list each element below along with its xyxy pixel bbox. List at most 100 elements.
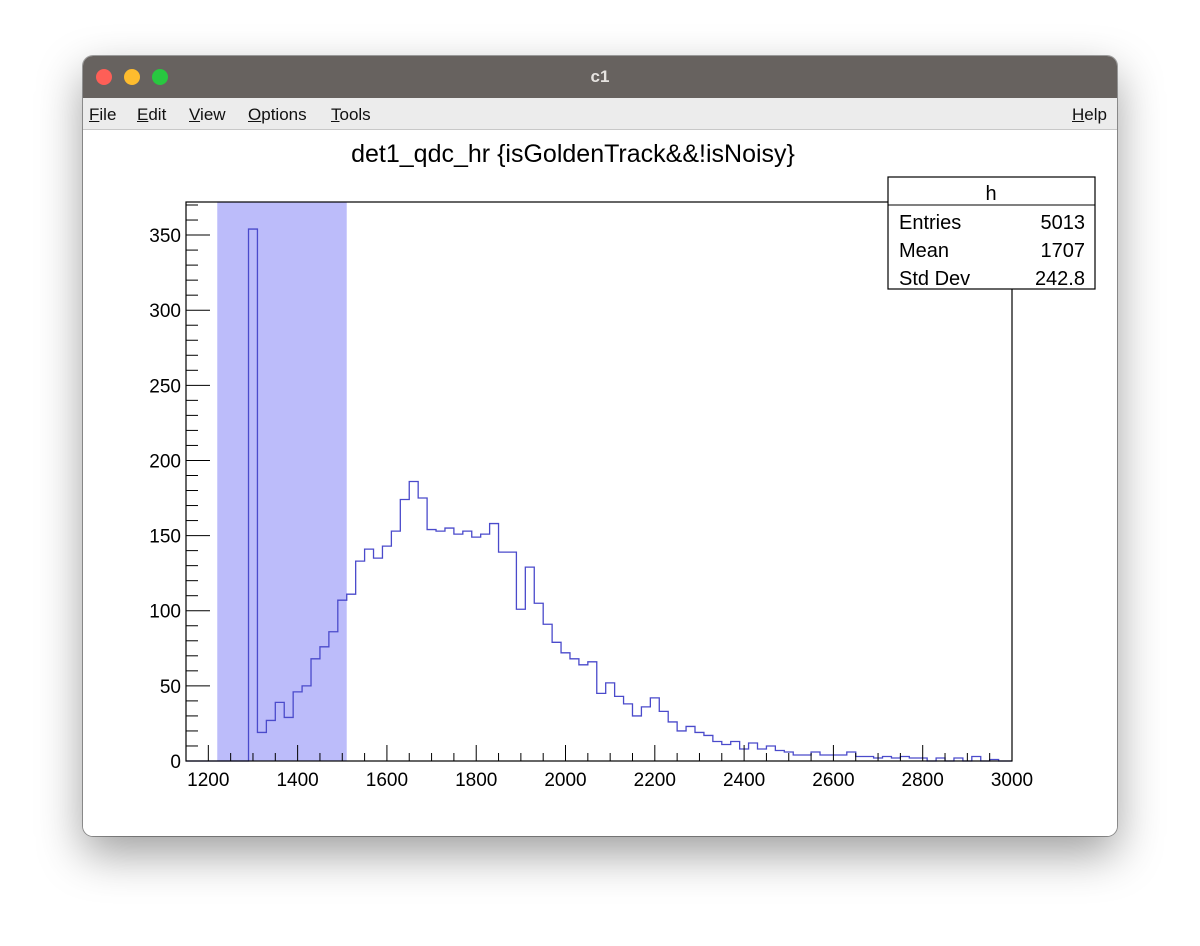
histogram-bin[interactable] — [659, 711, 668, 761]
x-tick-label: 1400 — [276, 770, 318, 791]
histogram-bin[interactable] — [445, 528, 454, 761]
histogram-bin[interactable] — [302, 686, 311, 761]
histogram-bin[interactable] — [606, 683, 615, 761]
y-tick-label: 200 — [149, 451, 181, 472]
histogram-bin[interactable] — [266, 720, 275, 761]
stats-value-std-dev: 242.8 — [1035, 268, 1085, 290]
histogram-bin[interactable] — [731, 741, 740, 761]
histogram-bin[interactable] — [704, 735, 713, 761]
histogram-bin[interactable] — [883, 756, 892, 761]
menu-help[interactable]: Help — [1072, 105, 1107, 125]
histogram-bin[interactable] — [722, 744, 731, 761]
histogram-bin[interactable] — [499, 552, 508, 761]
histogram-bin[interactable] — [766, 746, 775, 761]
histogram-bin[interactable] — [775, 750, 784, 761]
histogram-bin[interactable] — [365, 549, 374, 761]
stats-value-entries: 5013 — [1041, 212, 1086, 234]
x-tick-label: 2400 — [723, 770, 765, 791]
histogram-bin[interactable] — [677, 731, 686, 761]
x-tick-label: 1800 — [455, 770, 497, 791]
histogram-bin[interactable] — [275, 702, 284, 761]
histogram-bin[interactable] — [758, 749, 767, 761]
histogram-bin[interactable] — [284, 717, 293, 761]
x-tick-label: 1200 — [187, 770, 229, 791]
menu-view[interactable]: View — [189, 105, 226, 125]
histogram-bin[interactable] — [320, 647, 329, 761]
x-tick-label: 2600 — [812, 770, 854, 791]
histogram-bin[interactable] — [552, 642, 561, 761]
histogram-bin[interactable] — [356, 561, 365, 761]
menu-file[interactable]: File — [89, 105, 116, 125]
histogram-bin[interactable] — [507, 552, 516, 761]
histogram-bin[interactable] — [668, 722, 677, 761]
histogram-bin[interactable] — [481, 534, 490, 761]
histogram-bin[interactable] — [972, 756, 981, 761]
stats-label-std-dev: Std Dev — [899, 268, 970, 290]
menu-tools[interactable]: Tools — [331, 105, 371, 125]
app-window: c1 File Edit View Options Tools Help det… — [83, 56, 1117, 836]
stats-value-mean: 1707 — [1041, 240, 1086, 262]
histogram-bin[interactable] — [249, 229, 258, 761]
title-bar[interactable]: c1 — [83, 56, 1117, 98]
histogram-bin[interactable] — [561, 653, 570, 761]
histogram-bin[interactable] — [641, 707, 650, 761]
histogram-bin[interactable] — [463, 531, 472, 761]
histogram-bin[interactable] — [257, 732, 266, 761]
histogram-bin[interactable] — [454, 534, 463, 761]
stats-label-entries: Entries — [899, 212, 961, 234]
histogram-bin[interactable] — [865, 756, 874, 761]
stats-box[interactable]: h Entries 5013 Mean 1707 Std Dev 242.8 — [887, 176, 1096, 290]
menu-edit[interactable]: Edit — [137, 105, 166, 125]
histogram-bin[interactable] — [543, 624, 552, 761]
histogram-bin[interactable] — [686, 726, 695, 761]
histogram-bin[interactable] — [311, 659, 320, 761]
menu-bar: File Edit View Options Tools Help — [83, 98, 1117, 130]
histogram-bin[interactable] — [400, 500, 409, 761]
histogram-bin[interactable] — [802, 755, 811, 761]
histogram-bin[interactable] — [391, 531, 400, 761]
plot-canvas[interactable]: det1_qdc_hr {isGoldenTrack&&!isNoisy} 12… — [83, 130, 1117, 836]
histogram-bin[interactable] — [615, 696, 624, 761]
stats-box-title: h — [985, 183, 996, 205]
x-tick-label: 2800 — [902, 770, 944, 791]
histogram-bin[interactable] — [525, 567, 534, 761]
histogram-bin[interactable] — [749, 743, 758, 761]
histogram-bin[interactable] — [820, 755, 829, 761]
x-tick-label: 3000 — [991, 770, 1033, 791]
y-tick-label: 300 — [149, 301, 181, 322]
histogram-bin[interactable] — [516, 609, 525, 761]
histogram-bin[interactable] — [713, 741, 722, 761]
window-title: c1 — [590, 67, 610, 86]
histogram-bin[interactable] — [409, 482, 418, 762]
histogram-bin[interactable] — [597, 693, 606, 761]
x-tick-label: 2200 — [634, 770, 676, 791]
histogram-bin[interactable] — [427, 530, 436, 761]
histogram-bin[interactable] — [472, 537, 481, 761]
x-tick-label: 2000 — [544, 770, 586, 791]
histogram-bin[interactable] — [436, 531, 445, 761]
histogram-bin[interactable] — [856, 756, 865, 761]
histogram-bin[interactable] — [793, 755, 802, 761]
chart-title: det1_qdc_hr {isGoldenTrack&&!isNoisy} — [351, 140, 795, 168]
histogram-bin[interactable] — [382, 546, 391, 761]
histogram-bin[interactable] — [579, 665, 588, 761]
histogram-bin[interactable] — [838, 755, 847, 761]
histogram-bin[interactable] — [490, 524, 499, 761]
histogram-bin[interactable] — [900, 756, 909, 761]
histogram-bin[interactable] — [624, 704, 633, 761]
y-tick-label: 50 — [160, 677, 181, 698]
histogram-bin[interactable] — [418, 498, 427, 761]
histogram-bin[interactable] — [534, 603, 543, 761]
histogram-bin[interactable] — [570, 659, 579, 761]
stats-label-mean: Mean — [899, 240, 949, 262]
histogram-bin[interactable] — [347, 594, 356, 761]
histogram-bin[interactable] — [632, 716, 641, 761]
histogram-bin[interactable] — [374, 558, 383, 761]
histogram-bin[interactable] — [338, 600, 347, 761]
histogram-bin[interactable] — [588, 662, 597, 761]
menu-options[interactable]: Options — [248, 105, 307, 125]
histogram-bin[interactable] — [847, 752, 856, 761]
histogram-bin[interactable] — [811, 752, 820, 761]
histogram-bin[interactable] — [329, 632, 338, 761]
histogram-chart[interactable]: det1_qdc_hr {isGoldenTrack&&!isNoisy} 12… — [83, 130, 1117, 836]
